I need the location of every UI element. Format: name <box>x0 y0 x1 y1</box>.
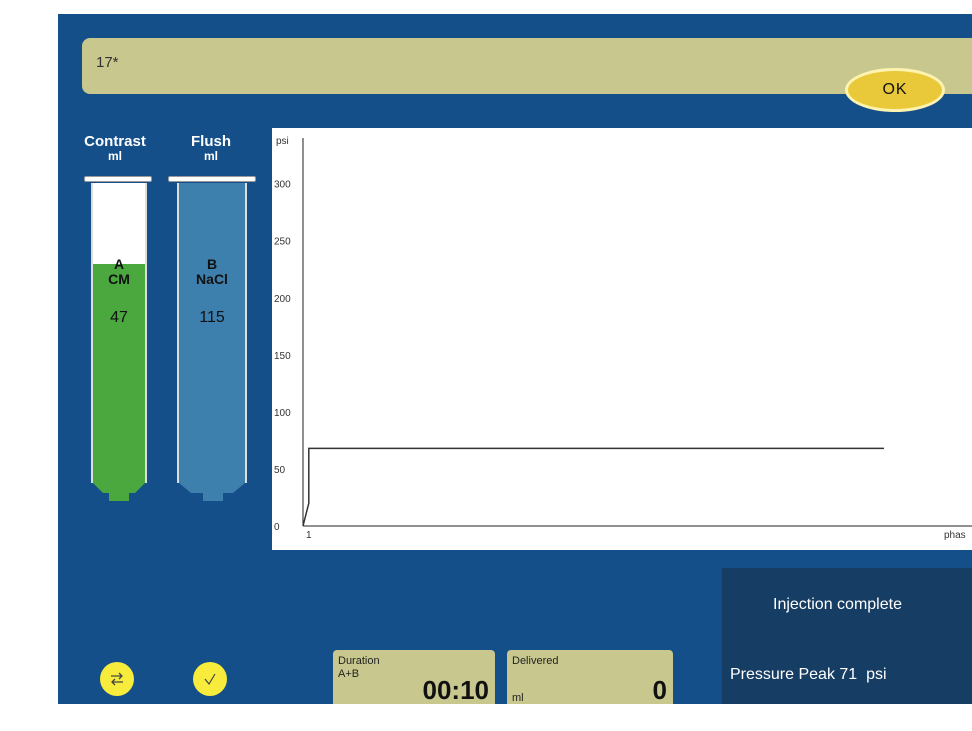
protocol-bar[interactable]: 17* <box>82 38 972 94</box>
check-icon <box>204 673 216 686</box>
contrast-syringe-cap <box>84 176 152 182</box>
flush-unit: ml <box>203 149 218 163</box>
delivered-unit: ml <box>512 692 524 704</box>
flush-title: Flush <box>191 133 231 150</box>
protocol-value: 17* <box>96 54 119 71</box>
y-tick-0: 0 <box>274 522 280 533</box>
status-panel: Injection complete Pressure Peak 71 psi <box>722 568 972 704</box>
check-button[interactable] <box>193 662 227 696</box>
flush-syringe-cap <box>168 176 256 182</box>
flush-label: Flush ml <box>176 134 246 164</box>
y-axis-label: psi <box>276 136 289 147</box>
x-axis-label: phas <box>944 530 966 541</box>
contrast-syringe-graphic <box>91 183 147 501</box>
swap-icon <box>111 672 123 686</box>
flush-syringe-text: B NaCl 115 <box>184 257 240 327</box>
delivered-value: 0 <box>652 675 667 704</box>
status-message: Injection complete <box>773 596 902 613</box>
injector-screen: 17* OK Contrast ml A CM 47 Flush ml B Na… <box>58 14 972 704</box>
ok-button[interactable]: OK <box>845 68 945 112</box>
flush-type: NaCl <box>196 271 228 287</box>
pressure-chart: psi 1 phas 0 50 100 150 200 250 300 <box>272 128 972 550</box>
contrast-volume: 47 <box>110 309 128 326</box>
y-tick-300: 300 <box>274 180 291 191</box>
contrast-unit: ml <box>107 149 122 163</box>
duration-label: Duration <box>338 655 380 667</box>
flush-letter: B <box>206 256 218 272</box>
contrast-title: Contrast <box>84 133 146 150</box>
flush-syringe[interactable]: B NaCl 115 <box>177 183 247 501</box>
y-tick-100: 100 <box>274 408 291 419</box>
pressure-chart-svg: psi 1 phas 0 50 100 150 200 250 300 <box>274 136 972 541</box>
contrast-letter: A <box>113 256 125 272</box>
duration-panel: Duration A+B 00:10 <box>333 650 495 704</box>
delivered-label: Delivered <box>512 655 559 667</box>
y-tick-250: 250 <box>274 237 291 248</box>
y-tick-200: 200 <box>274 294 291 305</box>
contrast-syringe-text: A CM 47 <box>91 257 147 327</box>
swap-button[interactable] <box>100 662 134 696</box>
contrast-syringe[interactable]: A CM 47 <box>91 183 147 501</box>
y-tick-150: 150 <box>274 351 291 362</box>
duration-sub: A+B <box>338 668 360 680</box>
flush-volume: 115 <box>199 309 225 326</box>
x-tick-1: 1 <box>306 530 312 541</box>
contrast-type: CM <box>108 271 130 287</box>
contrast-label: Contrast ml <box>80 134 150 164</box>
y-ticks: 0 50 100 150 200 250 300 <box>274 180 291 533</box>
duration-label-group: Duration A+B <box>338 655 380 681</box>
pressure-curve <box>302 447 884 527</box>
y-tick-50: 50 <box>274 465 286 476</box>
pressure-peak: Pressure Peak 71 psi <box>730 666 887 683</box>
duration-value: 00:10 <box>422 675 490 704</box>
delivered-panel: Delivered ml 0 <box>507 650 673 704</box>
flush-syringe-graphic <box>177 183 247 501</box>
